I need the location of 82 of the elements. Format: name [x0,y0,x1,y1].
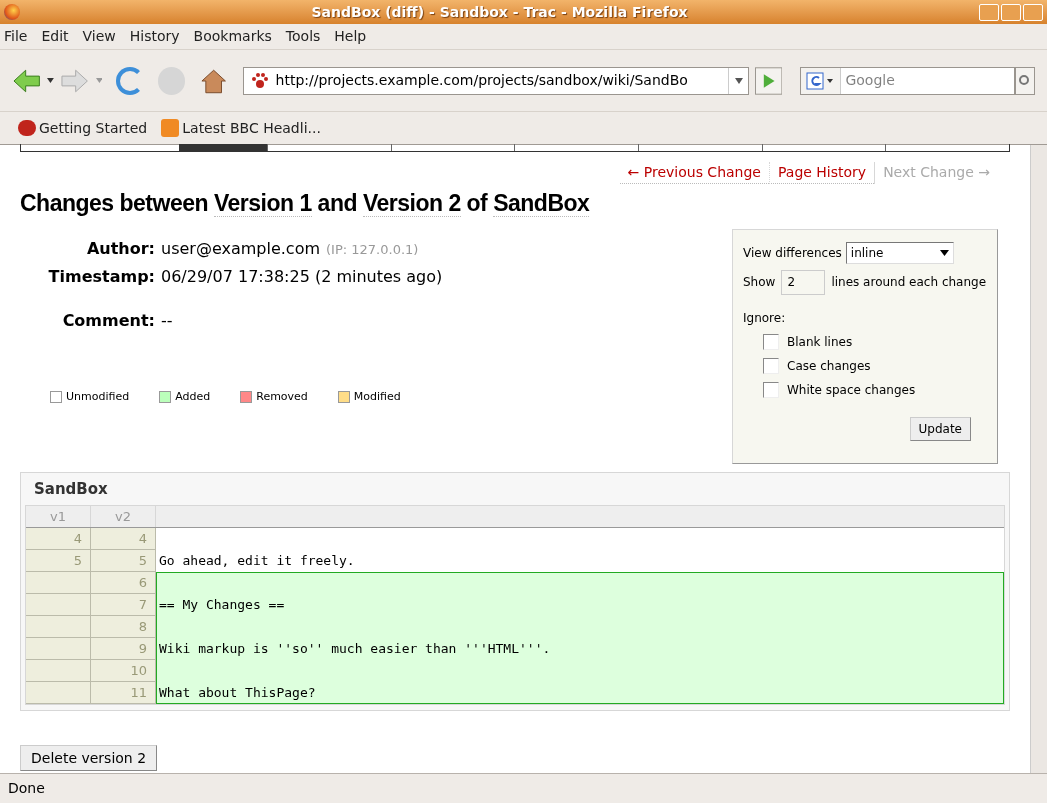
search-engine-icon[interactable] [801,67,842,94]
line-number: 11 [91,682,156,704]
line-number [26,638,91,660]
scrollbar[interactable] [1030,145,1047,773]
address-field[interactable]: http://projects.example.com/projects/sandbox/wiki/SandBo [242,66,750,95]
go-icon[interactable] [755,66,783,95]
line-number [26,572,91,594]
comment-label: Comment: [61,309,155,332]
line-number: 7 [91,594,156,616]
search-icon[interactable] [1015,66,1035,95]
paw-icon [249,71,270,90]
line-number: 5 [91,550,156,572]
line-number: 4 [91,528,156,550]
forward-arrow-icon[interactable] [60,67,90,94]
field-value: user@example.com [161,237,321,260]
rss-feed-icon [161,119,180,137]
menu-item[interactable]: File [4,26,28,47]
checkbox[interactable] [763,333,779,350]
view-select[interactable]: inline [845,241,954,264]
page-heading: Changes between Version 1 and Version 2 of SandBox [20,189,591,219]
legend-label: Modified [353,388,401,405]
code-line: Go ahead, edit it freely. [159,553,355,568]
line-number [26,616,91,638]
minimize-button[interactable] [979,3,999,21]
firefox-icon [4,4,20,20]
line-number: 8 [91,616,156,638]
column-header: v2 [91,506,156,527]
menu-item[interactable]: View [82,26,116,47]
menu-item[interactable]: Edit [41,26,69,47]
menu-item[interactable]: Help [334,26,367,47]
line-number [26,594,91,616]
bookmark-link[interactable]: Getting Started [39,117,148,139]
checkbox-label: Case changes [787,357,871,375]
code-line: == My Changes == [159,597,285,612]
bookmark-icon [18,120,36,136]
diff-title: SandBox [33,478,109,500]
line-number [26,660,91,682]
close-button[interactable] [1023,3,1043,21]
context-lines-field[interactable]: 2 [781,269,826,295]
code-line: Wiki markup is ''so'' much easier than '''HTML'''. [159,641,551,656]
column-header: v1 [26,506,91,527]
maximize-button[interactable] [1001,3,1021,21]
address-text: http://projects.example.com/projects/sandbox/wiki/SandBo [275,71,689,90]
field-label: View differences [743,244,842,262]
legend-label: Removed [256,388,308,405]
field-label: Ignore: [743,309,786,327]
line-number: 4 [26,528,91,550]
caret-icon [939,249,949,256]
search-field[interactable]: Google [800,66,1016,95]
status-text: Done [8,779,45,798]
line-number: 6 [91,572,156,594]
legend-label: Added [175,388,211,405]
menu-item[interactable]: Tools [285,26,321,47]
checkbox-label: White space changes [787,381,916,399]
field-label: Timestamp: [47,265,155,288]
comment-text: -- [161,309,173,332]
code-line: What about ThisPage? [159,685,316,700]
menu-item[interactable]: History [129,26,180,47]
ip-note: (IP: 127.0.0.1) [326,240,419,259]
bookmark-link[interactable]: Latest BBC Headli... [182,117,321,139]
nav-link[interactable]: ← Previous Change [619,162,769,184]
search-input[interactable]: Google [841,70,1015,91]
line-number: 10 [91,660,156,682]
checkbox-label: Blank lines [787,333,853,351]
checkbox[interactable] [763,357,779,374]
legend-label: Unmodified [66,388,130,405]
window-title: SandBox (diff) - Sandbox - Trac - Mozilla Firefox [310,2,689,22]
checkbox[interactable] [763,381,779,398]
menu-item[interactable]: Bookmarks [193,26,272,47]
field-label: Author: [85,237,155,260]
update-button[interactable]: Update [909,416,971,441]
field-label: lines around each change [831,274,987,291]
dropdown-caret-icon[interactable] [47,78,55,83]
nav-link[interactable]: Page History [769,162,875,184]
delete-version-button[interactable]: Delete version 2 [20,745,158,771]
line-number [26,682,91,704]
field-value: 06/29/07 17:38:25 (2 minutes ago) [161,265,443,288]
back-arrow-icon[interactable] [12,67,42,94]
field-label: Show [743,274,776,291]
line-number: 5 [26,550,91,572]
dropdown-caret-icon[interactable] [734,77,743,84]
line-number: 9 [91,638,156,660]
